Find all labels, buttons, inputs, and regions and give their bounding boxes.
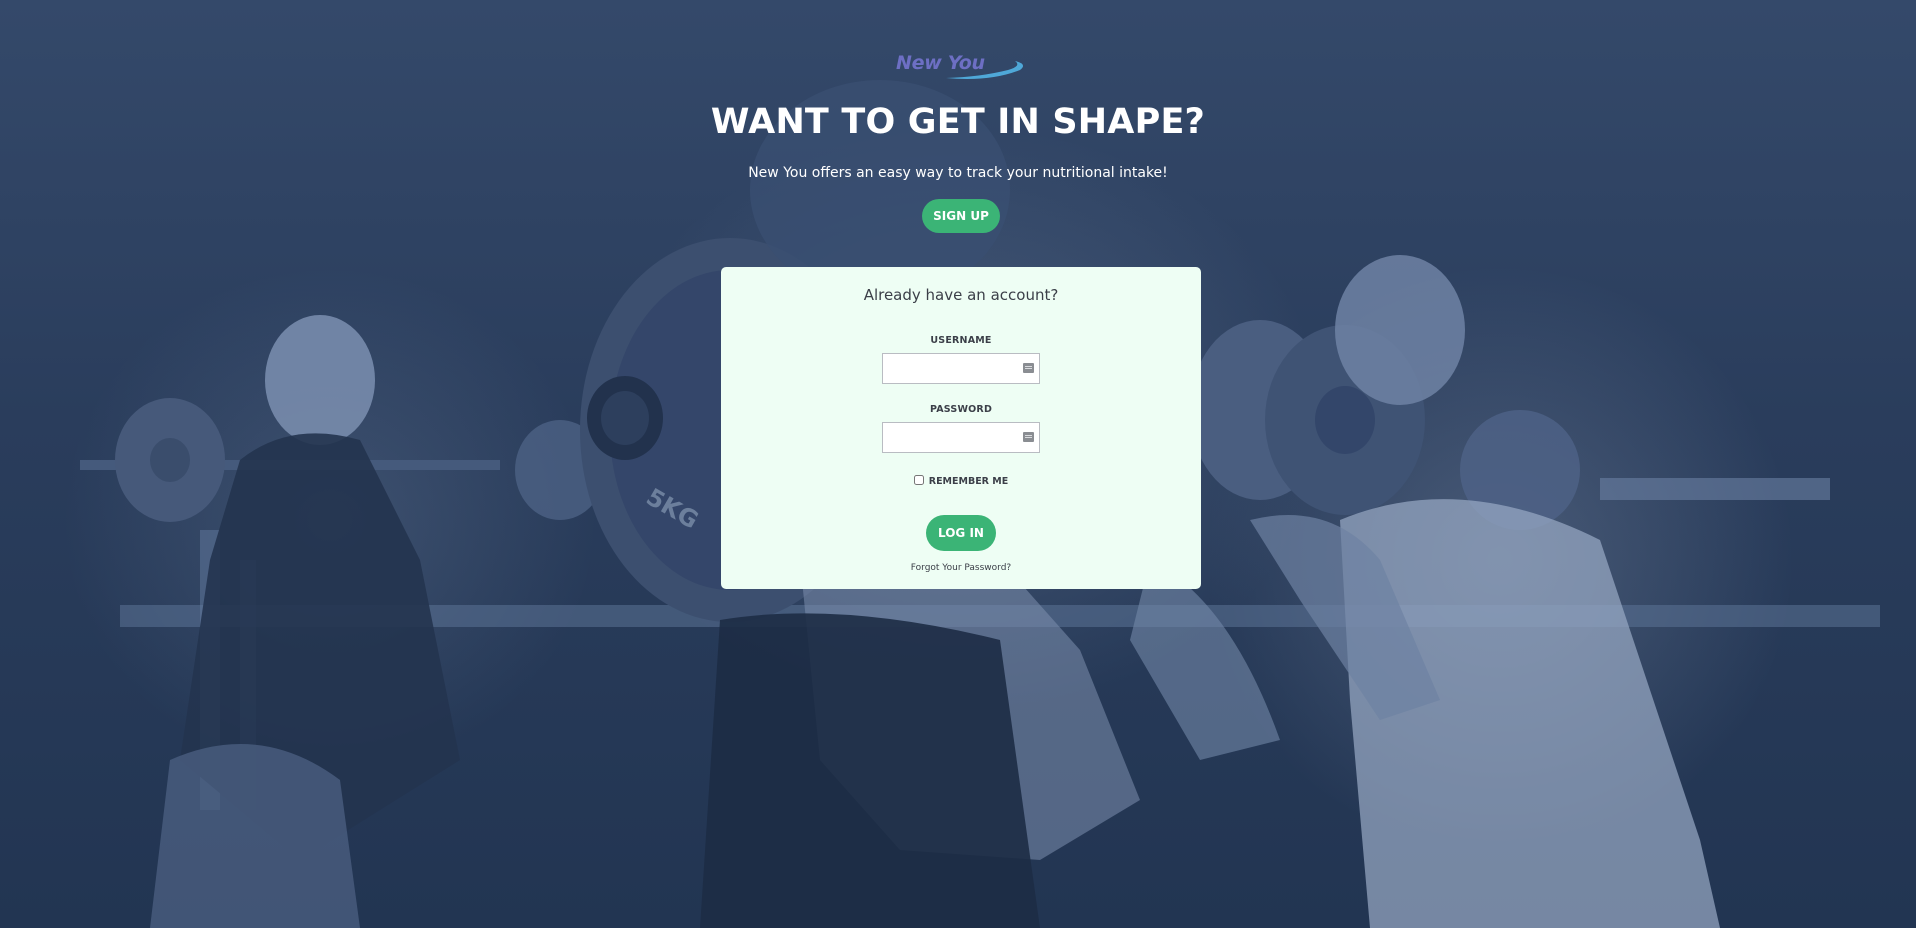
hero-headline: WANT TO GET IN SHAPE? — [710, 102, 1206, 142]
logo-text: New You — [896, 52, 985, 74]
username-label: USERNAME — [930, 335, 992, 346]
remember-me-label: REMEMBER ME — [928, 476, 1009, 487]
login-card-title: Already have an account? — [863, 286, 1059, 304]
password-field-wrapper — [882, 422, 1040, 453]
password-label: PASSWORD — [929, 404, 993, 415]
brand-logo[interactable]: New You — [880, 48, 1040, 84]
autofill-key-icon[interactable] — [1023, 363, 1034, 373]
password-input[interactable] — [883, 423, 1039, 452]
username-input[interactable] — [883, 354, 1039, 383]
hero-subheading: New You offers an easy way to track your… — [748, 165, 1168, 181]
remember-me-row[interactable]: REMEMBER ME — [721, 475, 1201, 487]
autofill-key-icon[interactable] — [1023, 432, 1034, 442]
sign-up-button[interactable]: SIGN UP — [922, 199, 1000, 233]
log-in-button[interactable]: LOG IN — [926, 515, 996, 551]
landing-page: 5KG New You WANT TO GET IN SHAPE? New Yo… — [0, 0, 1916, 928]
login-card: Already have an account? USERNAME PASSWO… — [721, 267, 1201, 589]
username-field-wrapper — [882, 353, 1040, 384]
remember-me-checkbox[interactable] — [913, 475, 924, 485]
forgot-password-link[interactable]: Forgot Your Password? — [721, 563, 1201, 573]
